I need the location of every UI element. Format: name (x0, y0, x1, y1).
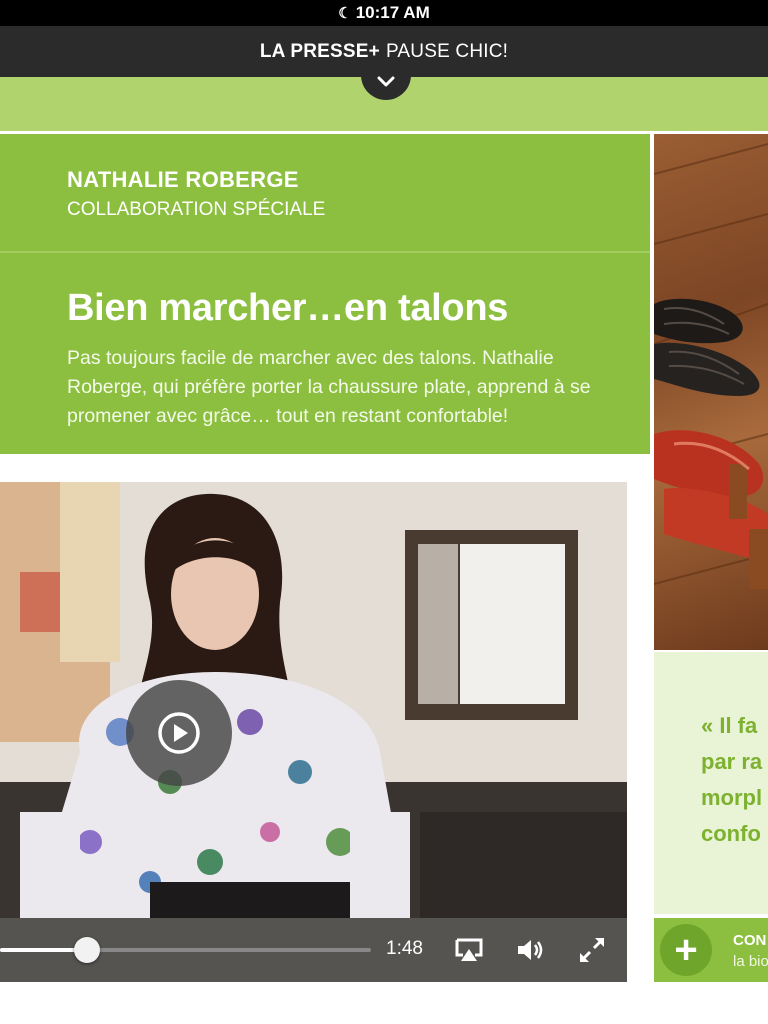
scrubber-thumb[interactable] (74, 937, 101, 963)
airplay-button[interactable] (453, 934, 485, 966)
more-subtitle: la bio (733, 953, 768, 970)
fullscreen-button[interactable] (576, 934, 608, 966)
plus-icon[interactable]: + (660, 924, 712, 976)
elapsed-time: 1:48 (386, 938, 423, 959)
video-player[interactable]: 1:48 (0, 482, 627, 982)
author-role: COLLABORATION SPÉCIALE (67, 199, 326, 220)
volume-button[interactable] (514, 934, 546, 966)
quote-line: par ra (701, 749, 763, 774)
article-title: Bien marcher…en talons (67, 287, 509, 329)
author-name: NATHALIE ROBERGE (67, 167, 299, 192)
more-info-bar[interactable]: + CON la bio (654, 918, 768, 982)
play-icon (158, 712, 200, 754)
shoes-photo (654, 134, 768, 650)
chevron-down-icon (377, 76, 395, 87)
volume-icon (518, 940, 543, 960)
section-label: PAUSE CHIC! (385, 40, 509, 62)
scrubber-track[interactable] (0, 948, 371, 952)
moon-icon: ☾ (338, 5, 352, 22)
quote-line: morpl (701, 785, 763, 810)
article-header: NATHALIE ROBERGE COLLABORATION SPÉCIALE … (0, 134, 650, 454)
fullscreen-icon (579, 937, 605, 963)
brand-label: LA PRESSE+ (259, 40, 380, 62)
airplay-icon (455, 938, 483, 961)
quote-line: confo (701, 821, 761, 846)
page: ☾ 10:17 AM LA PRESSE+ PAUSE CHIC! NATHAL… (0, 0, 768, 1024)
article-summary: Pas toujours facile de marcher avec des … (67, 347, 591, 427)
more-title: CON (733, 932, 767, 949)
shoes-illustration (654, 143, 768, 589)
status-time: 10:17 AM (355, 3, 430, 22)
video-frame (0, 482, 627, 982)
byline: NATHALIE ROBERGE COLLABORATION SPÉCIALE (0, 134, 650, 253)
quote-line: « Il fa (701, 713, 758, 738)
play-button[interactable] (126, 680, 232, 786)
status-bar: ☾ 10:17 AM (0, 0, 768, 26)
video-controls: 1:48 (0, 918, 627, 982)
pull-quote: « Il fa par ra morpl confo (654, 652, 768, 914)
quote-text: « Il fa par ra morpl confo (701, 708, 768, 852)
